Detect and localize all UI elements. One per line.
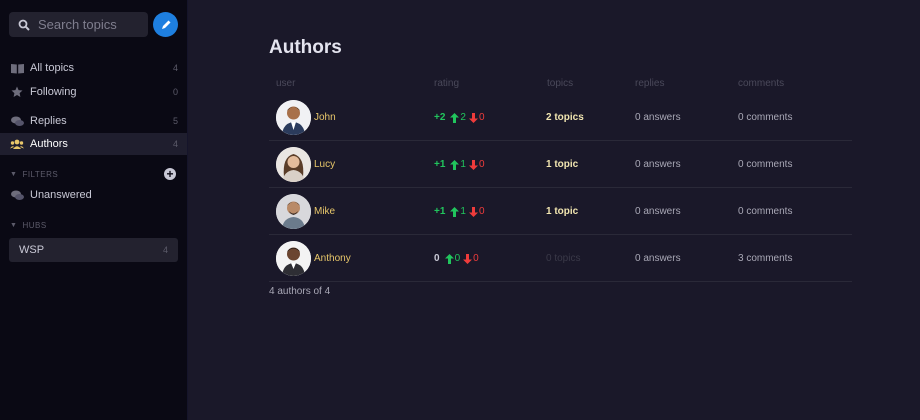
table-row: Mike +1 1 0 1 topic 0 answers 0 comments bbox=[269, 188, 852, 235]
caret-down-icon: ▼ bbox=[10, 170, 18, 178]
arrow-down-icon bbox=[468, 112, 478, 123]
filters-heading: FILTERS bbox=[22, 169, 59, 179]
hubs-heading: HUBS bbox=[22, 220, 47, 230]
arrow-up-icon bbox=[444, 253, 454, 264]
author-name[interactable]: Lucy bbox=[314, 159, 335, 170]
book-icon bbox=[10, 61, 24, 75]
rating-score: 0 bbox=[434, 253, 440, 264]
author-rating: +1 1 0 bbox=[434, 159, 485, 170]
avatar[interactable] bbox=[276, 100, 311, 135]
table-row: Lucy +1 1 0 1 topic 0 answers 0 comments bbox=[269, 141, 852, 188]
new-topic-button[interactable] bbox=[153, 12, 178, 37]
chat-icon bbox=[10, 114, 24, 128]
table-row: Anthony 0 0 0 0 topics 0 answers 3 comme… bbox=[269, 235, 852, 282]
column-header-replies[interactable]: replies bbox=[635, 78, 664, 89]
users-icon bbox=[10, 137, 24, 151]
author-comments: 0 comments bbox=[738, 112, 793, 123]
author-comments: 3 comments bbox=[738, 253, 793, 264]
author-topics-link: 0 topics bbox=[546, 253, 581, 264]
column-header-user[interactable]: user bbox=[276, 78, 295, 89]
arrow-up-icon bbox=[450, 159, 460, 170]
chat-icon bbox=[10, 188, 24, 202]
hub-item-wsp[interactable]: WSP 4 bbox=[9, 238, 178, 262]
avatar[interactable] bbox=[276, 194, 311, 229]
author-rating: +2 2 0 bbox=[434, 112, 485, 123]
arrow-down-icon bbox=[468, 159, 478, 170]
arrow-down-icon bbox=[468, 206, 478, 217]
filter-item-label: Unanswered bbox=[30, 189, 92, 201]
search-box[interactable] bbox=[9, 12, 148, 37]
sidebar-item-count: 5 bbox=[172, 116, 178, 126]
arrow-up-icon bbox=[450, 206, 460, 217]
caret-down-icon: ▼ bbox=[10, 221, 18, 229]
table-row: John +2 2 0 2 topics 0 answers 0 comment… bbox=[269, 94, 852, 141]
search-input[interactable] bbox=[38, 17, 148, 32]
upvote-count: 1 bbox=[460, 206, 466, 217]
sidebar-item-all-topics[interactable]: All topics 4 bbox=[0, 57, 187, 79]
downvote-count: 0 bbox=[478, 206, 485, 217]
author-comments: 0 comments bbox=[738, 159, 793, 170]
add-filter-icon[interactable]: + bbox=[164, 168, 176, 180]
author-name[interactable]: John bbox=[314, 112, 336, 123]
author-replies: 0 answers bbox=[635, 253, 681, 264]
downvote-count: 0 bbox=[473, 253, 479, 264]
author-comments: 0 comments bbox=[738, 206, 793, 217]
star-icon bbox=[10, 85, 24, 99]
rating-score: +1 bbox=[434, 159, 446, 170]
column-header-rating[interactable]: rating bbox=[434, 78, 459, 89]
column-header-topics[interactable]: topics bbox=[547, 78, 573, 89]
page-title: Authors bbox=[269, 37, 342, 58]
upvote-count: 0 bbox=[454, 253, 461, 264]
column-header-comments[interactable]: comments bbox=[738, 78, 784, 89]
sidebar-item-label: Authors bbox=[30, 138, 68, 150]
search-icon bbox=[18, 19, 30, 31]
sidebar-item-replies[interactable]: Replies 5 bbox=[0, 110, 187, 132]
arrow-down-icon bbox=[463, 253, 473, 264]
authors-count: 4 authors of 4 bbox=[269, 286, 331, 297]
sidebar-item-following[interactable]: Following 0 bbox=[0, 81, 187, 103]
sidebar-item-count: 4 bbox=[172, 139, 178, 149]
sidebar-item-label: All topics bbox=[30, 62, 75, 74]
author-name[interactable]: Mike bbox=[314, 206, 335, 217]
sidebar-item-authors[interactable]: Authors 4 bbox=[0, 133, 187, 155]
author-rating: +1 1 0 bbox=[434, 206, 485, 217]
upvote-count: 2 bbox=[460, 112, 466, 123]
arrow-up-icon bbox=[450, 112, 460, 123]
hub-item-label: WSP bbox=[19, 244, 45, 256]
rating-score: +2 bbox=[434, 112, 446, 123]
rating-score: +1 bbox=[434, 206, 446, 217]
hub-item-count: 4 bbox=[162, 245, 168, 255]
sidebar-item-label: Replies bbox=[30, 115, 67, 127]
author-topics-link[interactable]: 1 topic bbox=[546, 206, 578, 217]
author-rating: 0 0 0 bbox=[434, 253, 479, 264]
filter-item-unanswered[interactable]: Unanswered bbox=[0, 184, 187, 206]
upvote-count: 1 bbox=[460, 159, 466, 170]
avatar[interactable] bbox=[276, 241, 311, 276]
author-replies: 0 answers bbox=[635, 159, 681, 170]
filters-section-toggle[interactable]: ▼ FILTERS bbox=[10, 167, 180, 181]
author-topics-link[interactable]: 2 topics bbox=[546, 112, 584, 123]
author-name[interactable]: Anthony bbox=[314, 253, 351, 264]
sidebar: All topics 4 Following 0 Replies 5 Autho… bbox=[0, 0, 188, 420]
author-topics-link[interactable]: 1 topic bbox=[546, 159, 578, 170]
downvote-count: 0 bbox=[478, 159, 485, 170]
author-replies: 0 answers bbox=[635, 206, 681, 217]
pencil-icon bbox=[161, 20, 170, 29]
hubs-section-toggle[interactable]: ▼ HUBS bbox=[10, 218, 180, 232]
downvote-count: 0 bbox=[478, 112, 485, 123]
sidebar-item-count: 0 bbox=[172, 87, 178, 97]
author-replies: 0 answers bbox=[635, 112, 681, 123]
sidebar-item-label: Following bbox=[30, 86, 77, 98]
avatar[interactable] bbox=[276, 147, 311, 182]
sidebar-item-count: 4 bbox=[172, 63, 178, 73]
